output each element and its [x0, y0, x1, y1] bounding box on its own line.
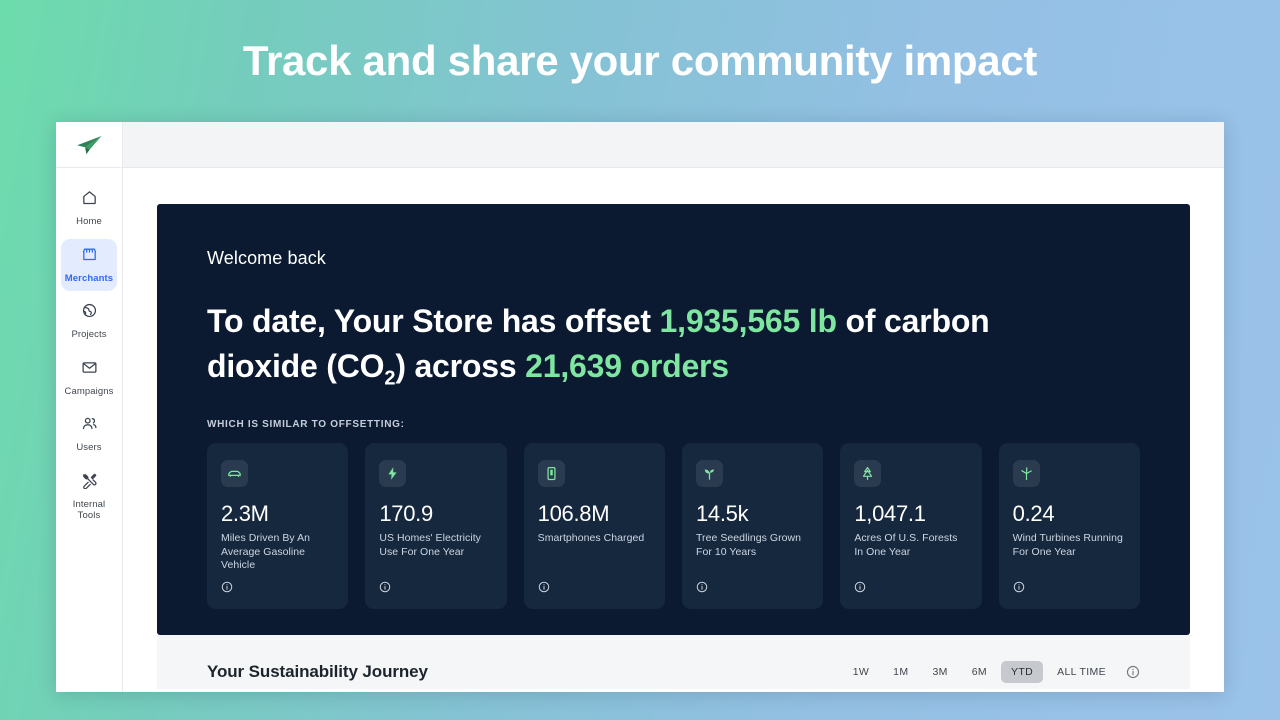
- range-button-all-time[interactable]: ALL TIME: [1047, 661, 1116, 683]
- card-value: 170.9: [379, 501, 433, 526]
- sidebar-item-label: Campaigns: [64, 385, 114, 397]
- equivalence-card: 170.9 US Homes' Electricity Use For One …: [365, 443, 507, 609]
- card-label: US Homes' Electricity Use For One Year: [379, 532, 481, 558]
- sidebar-item-label: Internal Tools: [72, 498, 106, 522]
- smartphone-icon: [537, 460, 565, 487]
- card-label: Smartphones Charged: [537, 532, 645, 544]
- range-button-ytd[interactable]: YTD: [1001, 660, 1044, 683]
- card-value: 14.5k: [695, 501, 749, 526]
- sidebar-item-users[interactable]: Users: [61, 408, 117, 461]
- sidebar-nav: Home Merchants Projects Campaigns Users …: [56, 168, 122, 529]
- info-icon[interactable]: [1013, 581, 1126, 593]
- storefront-icon: [81, 246, 98, 268]
- headline-order-count: 21,639 orders: [525, 348, 729, 384]
- headline-text-3: ) across: [395, 348, 526, 384]
- home-icon: [81, 189, 98, 211]
- info-icon[interactable]: [696, 581, 809, 593]
- equivalence-card-grid: 2.3M Miles Driven By An Average Gasoline…: [207, 443, 1140, 609]
- logo-area[interactable]: [56, 122, 122, 168]
- page-banner: Track and share your community impact: [0, 0, 1280, 122]
- users-icon: [81, 415, 98, 437]
- content-area: Welcome back To date, Your Store has off…: [123, 168, 1224, 692]
- card-value: 2.3M: [221, 501, 269, 526]
- welcome-text: Welcome back: [207, 248, 326, 268]
- headline-subscript: 2: [384, 367, 396, 390]
- equivalence-card: 106.8M Smartphones Charged: [523, 443, 665, 609]
- offset-equivalence-label: WHICH IS SIMILAR TO OFFSETTING:: [207, 419, 405, 430]
- tools-icon: [81, 472, 98, 494]
- content-left-rail: [123, 168, 157, 692]
- top-bar: [123, 122, 1224, 168]
- sustainability-journey-title: Your Sustainability Journey: [207, 661, 428, 681]
- equivalence-card: 1,047.1 Acres Of U.S. Forests In One Yea…: [840, 443, 982, 609]
- sidebar-item-label: Users: [76, 442, 102, 453]
- sidebar-item-merchants[interactable]: Merchants: [61, 238, 117, 291]
- sidebar-item-label: Merchants: [64, 272, 114, 284]
- card-value: 106.8M: [537, 501, 610, 526]
- sustainability-journey-section: Your Sustainability Journey 1W 1M 3M 6M …: [157, 634, 1190, 689]
- info-icon[interactable]: [538, 581, 651, 593]
- impact-hero-panel: Welcome back To date, Your Store has off…: [157, 204, 1190, 635]
- page-title: Track and share your community impact: [242, 37, 1038, 84]
- range-button-6m[interactable]: 6M: [962, 661, 997, 683]
- impact-headline: To date, Your Store has offset 1,935,565…: [207, 299, 1067, 389]
- paper-plane-icon: [75, 134, 103, 156]
- headline-text-1: To date, Your Store has offset: [207, 303, 660, 339]
- range-button-3m[interactable]: 3M: [922, 661, 957, 683]
- range-button-1w[interactable]: 1W: [843, 661, 879, 683]
- sidebar-item-label: Projects: [71, 329, 107, 340]
- car-icon: [221, 460, 248, 487]
- content-main: Welcome back To date, Your Store has off…: [157, 168, 1190, 692]
- equivalence-card: 2.3M Miles Driven By An Average Gasoline…: [207, 443, 349, 609]
- info-icon[interactable]: [379, 581, 492, 593]
- tree-icon: [854, 460, 882, 487]
- sidebar-item-internal-tools[interactable]: Internal Tools: [61, 465, 117, 529]
- card-value: 0.24: [1012, 501, 1055, 526]
- equivalence-card: 14.5k Tree Seedlings Grown For 10 Years: [681, 443, 824, 609]
- range-button-1m[interactable]: 1M: [883, 661, 918, 683]
- time-range-selector: 1W 1M 3M 6M YTD ALL TIME: [843, 660, 1140, 683]
- seedling-icon: [695, 460, 723, 487]
- card-label: Acres Of U.S. Forests In One Year: [854, 532, 958, 558]
- wind-turbine-icon: [1012, 460, 1040, 487]
- sidebar-item-home[interactable]: Home: [61, 182, 117, 235]
- envelope-icon: [81, 359, 98, 381]
- sidebar-item-projects[interactable]: Projects: [61, 295, 117, 348]
- card-label: Tree Seedlings Grown For 10 Years: [695, 532, 802, 558]
- app-window: Home Merchants Projects Campaigns Users …: [56, 122, 1224, 692]
- sidebar-item-label: Home: [76, 216, 102, 227]
- lightning-icon: [379, 460, 407, 487]
- globe-icon: [81, 302, 98, 324]
- sidebar: Home Merchants Projects Campaigns Users …: [56, 122, 123, 692]
- info-icon[interactable]: [854, 581, 967, 593]
- info-icon[interactable]: [221, 581, 334, 593]
- card-value: 1,047.1: [854, 501, 926, 526]
- headline-offset-amount: 1,935,565 lb: [659, 303, 837, 339]
- info-icon[interactable]: [1126, 665, 1140, 679]
- card-label: Wind Turbines Running For One Year: [1012, 532, 1123, 558]
- content-right-rail: [1190, 168, 1224, 692]
- equivalence-card: 0.24 Wind Turbines Running For One Year: [998, 443, 1140, 609]
- card-label: Miles Driven By An Average Gasoline Vehi…: [221, 532, 311, 571]
- sidebar-item-campaigns[interactable]: Campaigns: [61, 352, 117, 405]
- main-column: Welcome back To date, Your Store has off…: [123, 122, 1224, 692]
